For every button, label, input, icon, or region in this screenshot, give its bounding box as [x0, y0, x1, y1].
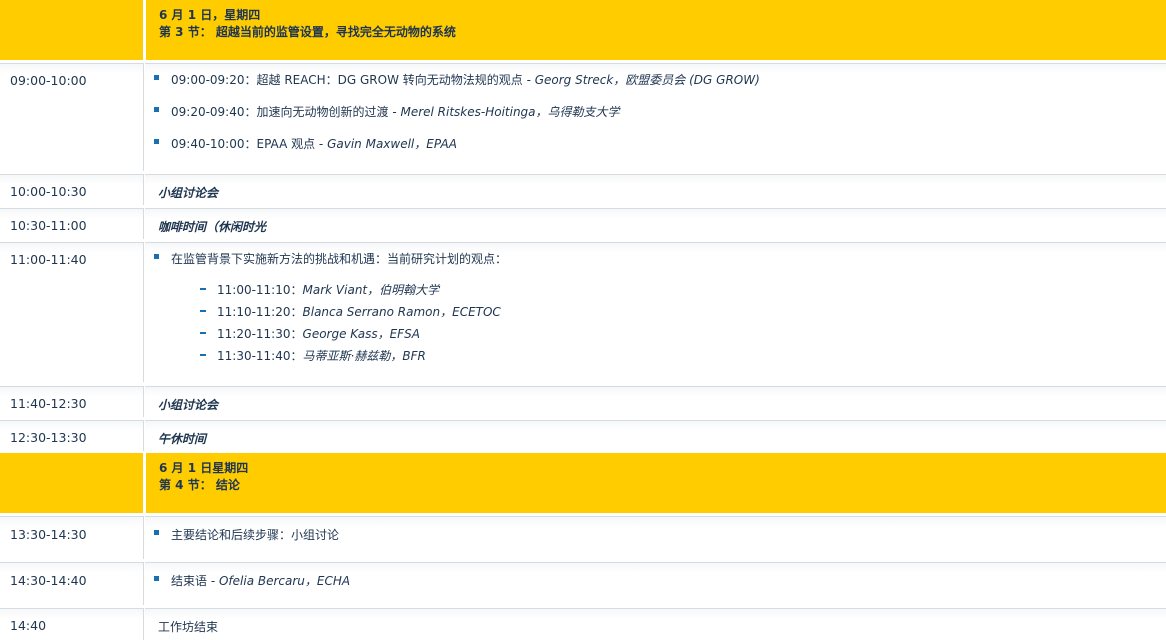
time-cell: 09:00-10:00: [0, 63, 144, 171]
end-label: 工作坊结束: [158, 620, 219, 634]
agenda-row: 11:00-11:40 在监管背景下实施新方法的挑战和机遇：当前研究计划的观点：…: [0, 242, 1166, 382]
agenda-row: 14:40 工作坊结束: [0, 608, 1166, 640]
time-cell: 14:30-14:40: [0, 562, 144, 605]
speaker: Mark Viant，伯明翰大学: [302, 283, 440, 297]
list-item: 09:40-10:00：EPAA 观点 - Gavin Maxwell，EPAA: [154, 135, 457, 152]
header-time-cell: [0, 453, 143, 513]
bullet-icon: [154, 254, 159, 259]
speaker: Blanca Serrano Ramon，ECETOC: [302, 305, 501, 319]
session-label: 咖啡时间（休闲时光: [158, 220, 267, 234]
dash-icon: [200, 310, 206, 312]
header-content-cell: 6 月 1 日，星期四 第 3 节： 超越当前的监管设置，寻找完全无动物的系统: [145, 0, 1166, 60]
bullet-icon: [154, 107, 159, 112]
content-cell: 小组讨论会: [145, 386, 1166, 417]
list-item: 在监管背景下实施新方法的挑战和机遇：当前研究计划的观点：: [154, 250, 507, 267]
session-4-header: 6 月 1 日星期四 第 4 节： 结论: [0, 453, 1166, 513]
sub-list-item: 11:00-11:10：Mark Viant，伯明翰大学: [200, 281, 440, 298]
session-label: 小组讨论会: [158, 398, 219, 412]
sub-list-item: 11:30-11:40：马蒂亚斯·赫兹勒，BFR: [200, 347, 426, 364]
sub-list-item: 11:10-11:20：Blanca Serrano Ramon，ECETOC: [200, 303, 501, 320]
time-slot: 14:30-14:40: [10, 573, 87, 588]
speaker: 马蒂亚斯·赫兹勒，BFR: [302, 349, 426, 363]
agenda-row: 13:30-14:30 主要结论和后续步骤：小组讨论: [0, 516, 1166, 559]
list-item: 结束语 - Ofelia Bercaru，ECHA: [154, 572, 351, 589]
speaker: Merel Ritskes-Hoitinga，乌得勒支大学: [400, 105, 620, 119]
header-time-cell: [0, 0, 143, 60]
content-cell: 在监管背景下实施新方法的挑战和机遇：当前研究计划的观点： 11:00-11:10…: [145, 242, 1166, 382]
time-cell: 11:00-11:40: [0, 242, 144, 382]
time-slot: 11:00-11:40: [10, 252, 87, 267]
content-cell: 结束语 - Ofelia Bercaru，ECHA: [145, 562, 1166, 605]
agenda-row: 11:40-12:30 小组讨论会: [0, 386, 1166, 417]
time-slot: 10:30-11:00: [10, 218, 87, 233]
sub-list-item: 11:20-11:30：George Kass，EFSA: [200, 325, 420, 342]
time-cell: 12:30-13:30: [0, 420, 144, 451]
time-cell: 13:30-14:30: [0, 516, 144, 559]
session-3-header: 6 月 1 日，星期四 第 3 节： 超越当前的监管设置，寻找完全无动物的系统: [0, 0, 1166, 60]
time-slot: 12:30-13:30: [10, 430, 87, 445]
content-cell: 咖啡时间（休闲时光: [145, 208, 1166, 239]
agenda-row: 14:30-14:40 结束语 - Ofelia Bercaru，ECHA: [0, 562, 1166, 605]
dash-icon: [200, 288, 206, 290]
speaker: Ofelia Bercaru，ECHA: [218, 574, 351, 588]
speaker: Georg Streck，欧盟委员会 (DG GROW): [534, 73, 760, 87]
time-slot: 13:30-14:30: [10, 527, 87, 542]
list-item: 09:20-09:40：加速向无动物创新的过渡 - Merel Ritskes-…: [154, 103, 620, 120]
time-cell: 11:40-12:30: [0, 386, 144, 417]
content-cell: 小组讨论会: [145, 174, 1166, 205]
time-slot: 14:40: [10, 618, 47, 633]
content-cell: 09:00-09:20：超越 REACH：DG GROW 转向无动物法规的观点 …: [145, 63, 1166, 171]
bullet-icon: [154, 576, 159, 581]
speaker: George Kass，EFSA: [302, 327, 420, 341]
bullet-icon: [154, 75, 159, 80]
time-cell: 10:00-10:30: [0, 174, 144, 205]
content-cell: 午休时间: [145, 420, 1166, 451]
bullet-icon: [154, 530, 159, 535]
bullet-icon: [154, 139, 159, 144]
agenda-row: 10:30-11:00 咖啡时间（休闲时光: [0, 208, 1166, 239]
session-title: 第 4 节： 结论: [159, 478, 240, 492]
agenda-row: 09:00-10:00 09:00-09:20：超越 REACH：DG GROW…: [0, 63, 1166, 171]
content-cell: 主要结论和后续步骤：小组讨论: [145, 516, 1166, 559]
header-content-cell: 6 月 1 日星期四 第 4 节： 结论: [145, 453, 1166, 513]
session-label: 小组讨论会: [158, 186, 219, 200]
dash-icon: [200, 332, 206, 334]
time-cell: 10:30-11:00: [0, 208, 144, 239]
time-cell: 14:40: [0, 608, 144, 640]
dash-icon: [200, 354, 206, 356]
time-slot: 09:00-10:00: [10, 73, 87, 88]
agenda-row: 12:30-13:30 午休时间: [0, 420, 1166, 451]
time-slot: 10:00-10:30: [10, 184, 87, 199]
session-date: 6 月 1 日星期四: [159, 461, 249, 475]
list-item: 09:00-09:20：超越 REACH：DG GROW 转向无动物法规的观点 …: [154, 71, 760, 88]
session-date: 6 月 1 日，星期四: [159, 8, 261, 22]
list-item: 主要结论和后续步骤：小组讨论: [154, 526, 339, 543]
time-slot: 11:40-12:30: [10, 396, 87, 411]
speaker: Gavin Maxwell，EPAA: [327, 137, 457, 151]
session-title: 第 3 节： 超越当前的监管设置，寻找完全无动物的系统: [159, 25, 456, 39]
content-cell: 工作坊结束: [145, 608, 1166, 640]
session-label: 午休时间: [158, 432, 207, 446]
agenda-row: 10:00-10:30 小组讨论会: [0, 174, 1166, 205]
